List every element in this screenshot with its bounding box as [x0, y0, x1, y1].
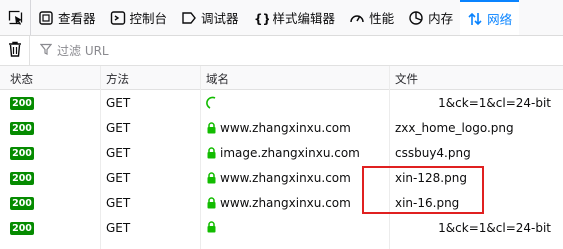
clear-button[interactable]	[0, 35, 30, 66]
tab-performance[interactable]: 性能	[342, 0, 401, 35]
status-badge: 200	[10, 97, 34, 110]
tab-inspector-label: 查看器	[58, 11, 96, 26]
request-method: GET	[106, 196, 131, 210]
tab-console[interactable]: 控制台	[103, 0, 175, 35]
highlight-box	[362, 166, 484, 214]
lock-icon	[206, 172, 217, 184]
filter-url[interactable]	[30, 43, 357, 58]
filter-icon	[39, 43, 53, 58]
request-domain-text: www.zhangxinxu.com	[220, 171, 351, 185]
performance-icon	[349, 10, 365, 26]
column-status[interactable]: 状态	[10, 71, 33, 87]
request-method: GET	[106, 146, 131, 160]
tab-memory-label: 内存	[428, 11, 454, 26]
tab-debugger-label: 调试器	[201, 11, 239, 26]
element-picker-button[interactable]	[0, 0, 31, 35]
request-table-header: 状态 方法 域名 文件	[0, 66, 563, 90]
lock-icon	[206, 197, 217, 209]
tab-debugger[interactable]: 调试器	[174, 0, 246, 35]
request-method: GET	[106, 171, 131, 185]
status-badge: 200	[10, 172, 34, 185]
network-filter-bar	[0, 35, 563, 66]
request-domain: image.zhangxinxu.com	[206, 146, 360, 160]
loading-spinner-icon	[206, 96, 218, 113]
request-file: 1&ck=1&cl=24-bit	[438, 221, 551, 235]
tab-console-label: 控制台	[129, 11, 168, 26]
filter-url-input[interactable]	[57, 43, 357, 58]
request-domain: www.zhangxinxu.com	[206, 171, 351, 185]
tab-performance-label: 性能	[369, 11, 395, 26]
column-method[interactable]: 方法	[106, 71, 129, 87]
devtools-toolbar: 查看器 控制台 调试器 {} 样式编辑器 性能 内存 网络	[0, 0, 563, 36]
inspector-icon	[38, 10, 54, 26]
request-method: GET	[106, 121, 131, 135]
request-row[interactable]: 200 GET 1&ck=1&cl=24-bit	[0, 91, 563, 116]
request-domain: www.zhangxinxu.com	[206, 121, 351, 135]
tab-style-editor-label: 样式编辑器	[272, 11, 336, 26]
tab-memory[interactable]: 内存	[401, 0, 460, 35]
lock-icon	[206, 147, 217, 159]
tab-inspector[interactable]: 查看器	[31, 0, 103, 35]
element-picker-icon	[8, 10, 24, 26]
debugger-icon	[181, 10, 197, 26]
column-domain[interactable]: 域名	[206, 71, 229, 87]
request-file: 1&ck=1&cl=24-bit	[438, 96, 551, 110]
console-icon	[110, 10, 126, 26]
request-domain-text: www.zhangxinxu.com	[220, 196, 351, 210]
svg-text:{}: {}	[254, 12, 269, 26]
request-file: zxx_home_logo.png	[395, 121, 514, 135]
tab-network-label: 网络	[487, 12, 513, 27]
status-badge: 200	[10, 147, 34, 160]
lock-icon	[206, 221, 217, 233]
request-domain	[206, 221, 220, 233]
request-domain-text: www.zhangxinxu.com	[220, 121, 351, 135]
trash-icon	[8, 41, 22, 60]
memory-icon	[408, 10, 424, 26]
request-file: cssbuy4.png	[395, 146, 471, 160]
tab-style-editor[interactable]: {} 样式编辑器	[246, 0, 343, 35]
status-badge: 200	[10, 197, 34, 210]
tab-network[interactable]: 网络	[460, 0, 520, 35]
column-file[interactable]: 文件	[395, 71, 418, 87]
style-editor-icon: {}	[253, 10, 269, 26]
request-row[interactable]: 200 GET 1&ck=1&cl=24-bit	[0, 216, 563, 241]
request-row[interactable]: 200 GET www.zhangxinxu.com zxx_home_logo…	[0, 116, 563, 141]
status-badge: 200	[10, 222, 34, 235]
request-row[interactable]: 200 GET image.zhangxinxu.com cssbuy4.png	[0, 141, 563, 166]
request-domain-text: image.zhangxinxu.com	[220, 146, 360, 160]
request-method: GET	[106, 96, 131, 110]
network-icon	[467, 11, 483, 27]
request-domain: www.zhangxinxu.com	[206, 196, 351, 210]
request-method: GET	[106, 221, 131, 235]
status-badge: 200	[10, 122, 34, 135]
lock-icon	[206, 122, 217, 134]
request-domain	[206, 96, 221, 113]
